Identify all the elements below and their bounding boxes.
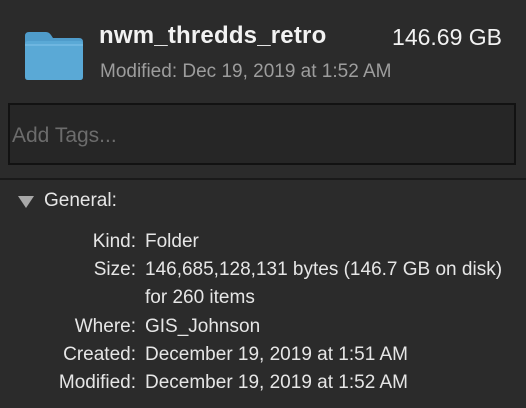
- general-section-title: General:: [44, 190, 117, 211]
- tags-box[interactable]: [8, 103, 516, 165]
- section-divider: [0, 178, 526, 180]
- modified-value: December 19, 2019 at 1:52 AM: [145, 372, 408, 393]
- tags-input[interactable]: [10, 105, 514, 163]
- kind-label: Kind:: [92, 231, 136, 252]
- info-header: nwm_thredds_retro 146.69 GB Modified: De…: [0, 0, 526, 96]
- where-value: GIS_Johnson: [145, 316, 261, 337]
- size-label: Size:: [93, 259, 136, 280]
- kind-value: Folder: [145, 231, 199, 252]
- disclosure-triangle-down-icon[interactable]: [18, 196, 34, 208]
- general-section-header[interactable]: General:: [18, 189, 117, 213]
- modified-label: Modified:: [58, 372, 136, 393]
- where-label: Where:: [74, 316, 136, 337]
- created-value: December 19, 2019 at 1:51 AM: [145, 344, 408, 365]
- modified-summary: Modified: Dec 19, 2019 at 1:52 AM: [100, 61, 392, 82]
- file-size: 146.69 GB: [392, 24, 502, 50]
- size-value: 146,685,128,131 bytes (146.7 GB on disk)…: [145, 259, 503, 308]
- folder-icon: [25, 32, 83, 80]
- file-name: nwm_thredds_retro: [99, 22, 327, 49]
- created-label: Created:: [63, 344, 136, 365]
